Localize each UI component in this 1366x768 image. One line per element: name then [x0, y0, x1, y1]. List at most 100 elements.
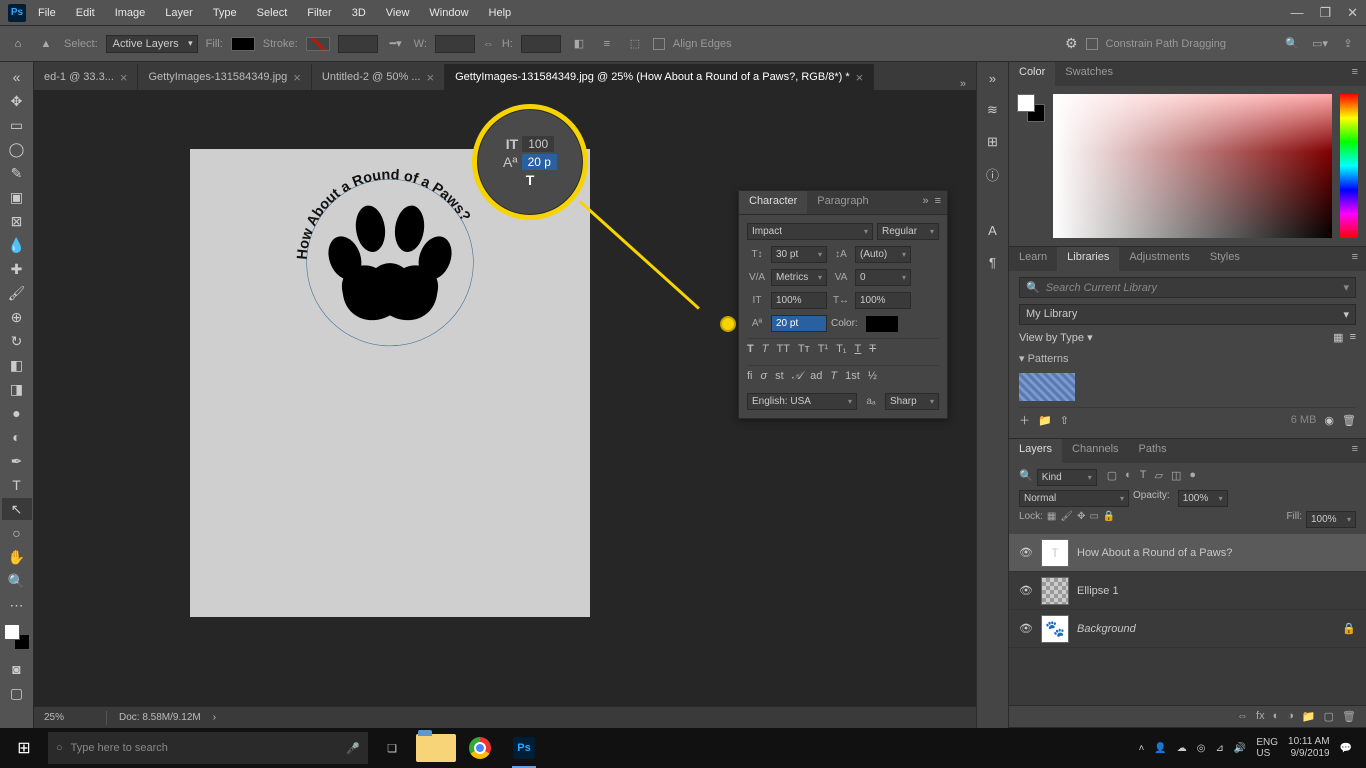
pen-tool[interactable]: ✒	[2, 450, 32, 472]
tab-channels[interactable]: Channels	[1062, 439, 1128, 463]
lasso-tool[interactable]: ◯	[2, 138, 32, 160]
tab-character[interactable]: Character	[739, 191, 807, 214]
layer-name[interactable]: Ellipse 1	[1077, 585, 1119, 597]
small-caps-icon[interactable]: Tᴛ	[798, 343, 810, 355]
fractions-icon[interactable]: ½	[868, 370, 877, 383]
pattern-thumb[interactable]	[1019, 373, 1075, 401]
antialias-dropdown[interactable]: Sharp▾	[885, 393, 939, 410]
vscale-input[interactable]: 100%	[771, 292, 827, 309]
close-button[interactable]: ✕	[1347, 5, 1358, 21]
tab-swatches[interactable]: Swatches	[1055, 62, 1123, 86]
lock-all-icon[interactable]: 🔒	[1103, 511, 1115, 528]
path-ops-icon[interactable]: ◧	[569, 34, 589, 54]
color-swatches[interactable]	[4, 624, 30, 650]
adjustment-icon[interactable]: ◑	[1287, 710, 1294, 723]
tab-libraries[interactable]: Libraries	[1057, 247, 1119, 271]
ordinals-icon[interactable]: 1st	[845, 370, 860, 383]
language-dropdown[interactable]: English: USA▾	[747, 393, 857, 410]
view-mode-dropdown[interactable]: View by Type ▾	[1019, 331, 1093, 344]
mask-icon[interactable]: ◐	[1273, 710, 1280, 723]
notifications-icon[interactable]: 💬	[1340, 743, 1352, 754]
visibility-toggle[interactable]: 👁	[1019, 584, 1033, 597]
menu-select[interactable]: Select	[249, 4, 296, 22]
panel-menu-icon[interactable]: ≡	[935, 195, 941, 210]
doc-tab[interactable]: GettyImages-131584349.jpg×	[138, 64, 311, 90]
sync-icon[interactable]: ◉	[1324, 414, 1334, 427]
lock-icon[interactable]: 🔒	[1342, 622, 1356, 635]
frame-tool[interactable]: ⊠	[2, 210, 32, 232]
ligatures-icon[interactable]: fi	[747, 370, 753, 383]
doc-tab[interactable]: ed-1 @ 33.3...×	[34, 64, 138, 90]
group-icon[interactable]: 📁	[1302, 710, 1316, 723]
fx-icon[interactable]: fx	[1256, 710, 1265, 723]
clock[interactable]: 10:11 AM9/9/2019	[1288, 736, 1330, 760]
cloud-icon[interactable]: ☁	[1177, 743, 1187, 754]
strikethrough-icon[interactable]: T	[869, 343, 876, 355]
filter-toggle[interactable]: ●	[1189, 469, 1196, 486]
people-icon[interactable]: 👤	[1154, 743, 1166, 754]
move-tool[interactable]: ✥	[2, 90, 32, 112]
paragraph-panel-icon[interactable]: ¶	[983, 252, 1003, 272]
blur-tool[interactable]: ●	[2, 402, 32, 424]
stylistic-alt-icon[interactable]: ad	[810, 370, 822, 383]
trash-icon[interactable]: 🗑	[1342, 414, 1356, 427]
tab-styles[interactable]: Styles	[1200, 247, 1250, 271]
minimize-button[interactable]: ―	[1290, 5, 1303, 21]
home-icon[interactable]: ⌂	[8, 34, 28, 54]
file-explorer-icon[interactable]	[416, 728, 456, 768]
healing-tool[interactable]: ✚	[2, 258, 32, 280]
lock-position-icon[interactable]: ✥	[1077, 511, 1085, 528]
menu-help[interactable]: Help	[481, 4, 520, 22]
constrain-checkbox[interactable]	[1086, 38, 1098, 50]
lock-artboard-icon[interactable]: ▭	[1089, 511, 1098, 528]
kerning-dropdown[interactable]: Metrics▾	[771, 269, 827, 286]
tab-layers[interactable]: Layers	[1009, 439, 1062, 463]
tab-learn[interactable]: Learn	[1009, 247, 1057, 271]
list-view-icon[interactable]: ≡	[1350, 331, 1356, 344]
layer-item[interactable]: 👁 T How About a Round of a Paws?	[1009, 534, 1366, 572]
delete-layer-icon[interactable]: 🗑	[1342, 710, 1356, 723]
align-icon[interactable]: ≡	[597, 34, 617, 54]
zoom-level[interactable]: 25%	[44, 712, 94, 723]
font-family-dropdown[interactable]: Impact▾	[747, 223, 873, 240]
stroke-width-input[interactable]	[338, 35, 378, 53]
tab-paragraph[interactable]: Paragraph	[807, 191, 878, 214]
hand-tool[interactable]: ✋	[2, 546, 32, 568]
photoshop-taskbar-icon[interactable]: Ps	[504, 728, 544, 768]
patterns-header[interactable]: ▾ Patterns	[1019, 350, 1356, 367]
menu-filter[interactable]: Filter	[299, 4, 339, 22]
eyedropper-tool[interactable]: 💧	[2, 234, 32, 256]
doc-tab-active[interactable]: GettyImages-131584349.jpg @ 25% (How Abo…	[445, 64, 874, 90]
panel-menu-icon[interactable]: ≡	[1344, 247, 1366, 271]
panel-collapse-icon[interactable]: »	[922, 195, 928, 210]
filter-shape-icon[interactable]: ▱	[1155, 469, 1163, 486]
gear-icon[interactable]: ⚙	[1065, 35, 1078, 52]
menu-view[interactable]: View	[378, 4, 418, 22]
link-layers-icon[interactable]: ⇔	[1237, 710, 1248, 723]
tab-adjustments[interactable]: Adjustments	[1119, 247, 1200, 271]
layer-name[interactable]: How About a Round of a Paws?	[1077, 547, 1232, 559]
panel-menu-icon[interactable]: ≡	[1344, 62, 1366, 86]
new-layer-icon[interactable]: ▢	[1324, 710, 1334, 723]
underline-icon[interactable]: T	[855, 343, 862, 355]
collapse-icon[interactable]: «	[2, 66, 32, 88]
lock-pixels-icon[interactable]: ▦	[1047, 511, 1056, 528]
network-icon[interactable]: ⊿	[1216, 743, 1224, 754]
menu-image[interactable]: Image	[107, 4, 154, 22]
doc-tab[interactable]: Untitled-2 @ 50% ...×	[312, 64, 445, 90]
visibility-toggle[interactable]: 👁	[1019, 622, 1033, 635]
tray-chevron-icon[interactable]: ˄	[1138, 743, 1144, 754]
taskbar-search[interactable]: ○ Type here to search 🎤	[48, 732, 368, 764]
superscript-icon[interactable]: T¹	[818, 343, 828, 355]
height-input[interactable]	[521, 35, 561, 53]
menu-layer[interactable]: Layer	[157, 4, 201, 22]
chrome-icon[interactable]	[460, 728, 500, 768]
folder-icon[interactable]: 📁	[1038, 414, 1052, 427]
library-dropdown[interactable]: My Library▾	[1019, 304, 1356, 325]
add-icon[interactable]: ＋	[1019, 412, 1030, 428]
lock-paint-icon[interactable]: 🖌	[1060, 511, 1073, 528]
link-icon[interactable]: ⇔	[483, 38, 494, 50]
character-panel-icon[interactable]: A	[983, 220, 1003, 240]
stroke-style-dropdown[interactable]: ━▾	[386, 34, 406, 54]
font-size-input[interactable]: 30 pt▾	[771, 246, 827, 263]
